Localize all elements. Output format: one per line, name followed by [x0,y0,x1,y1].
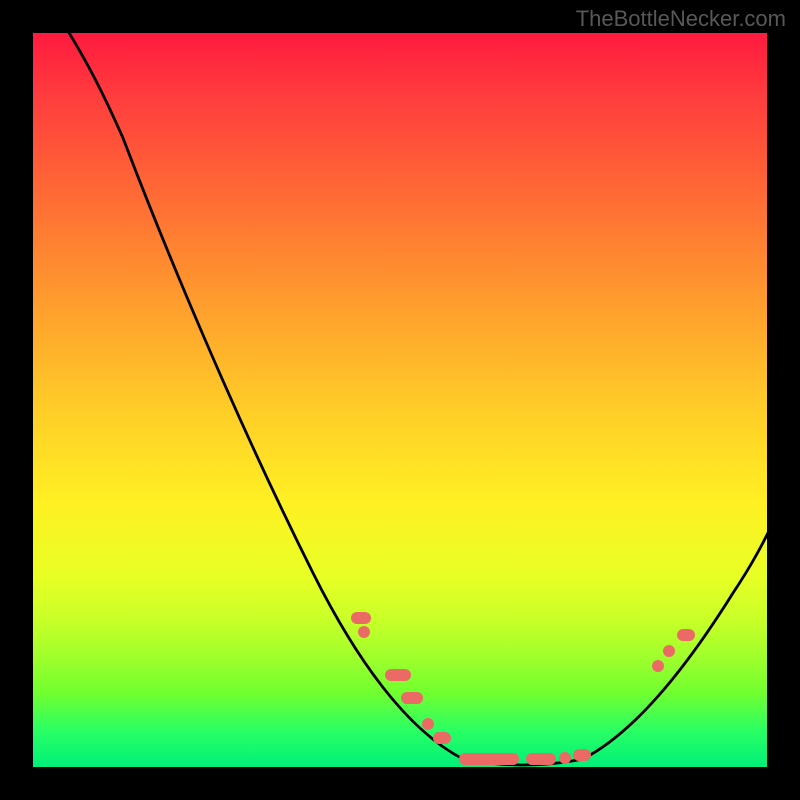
curve-layer [33,33,767,767]
bottleneck-curve [63,33,767,765]
marker-group [351,612,695,765]
watermark: TheBottleNecker.com [576,6,786,32]
chart-container: TheBottleNecker.com [0,0,800,800]
plot-area [33,33,767,767]
